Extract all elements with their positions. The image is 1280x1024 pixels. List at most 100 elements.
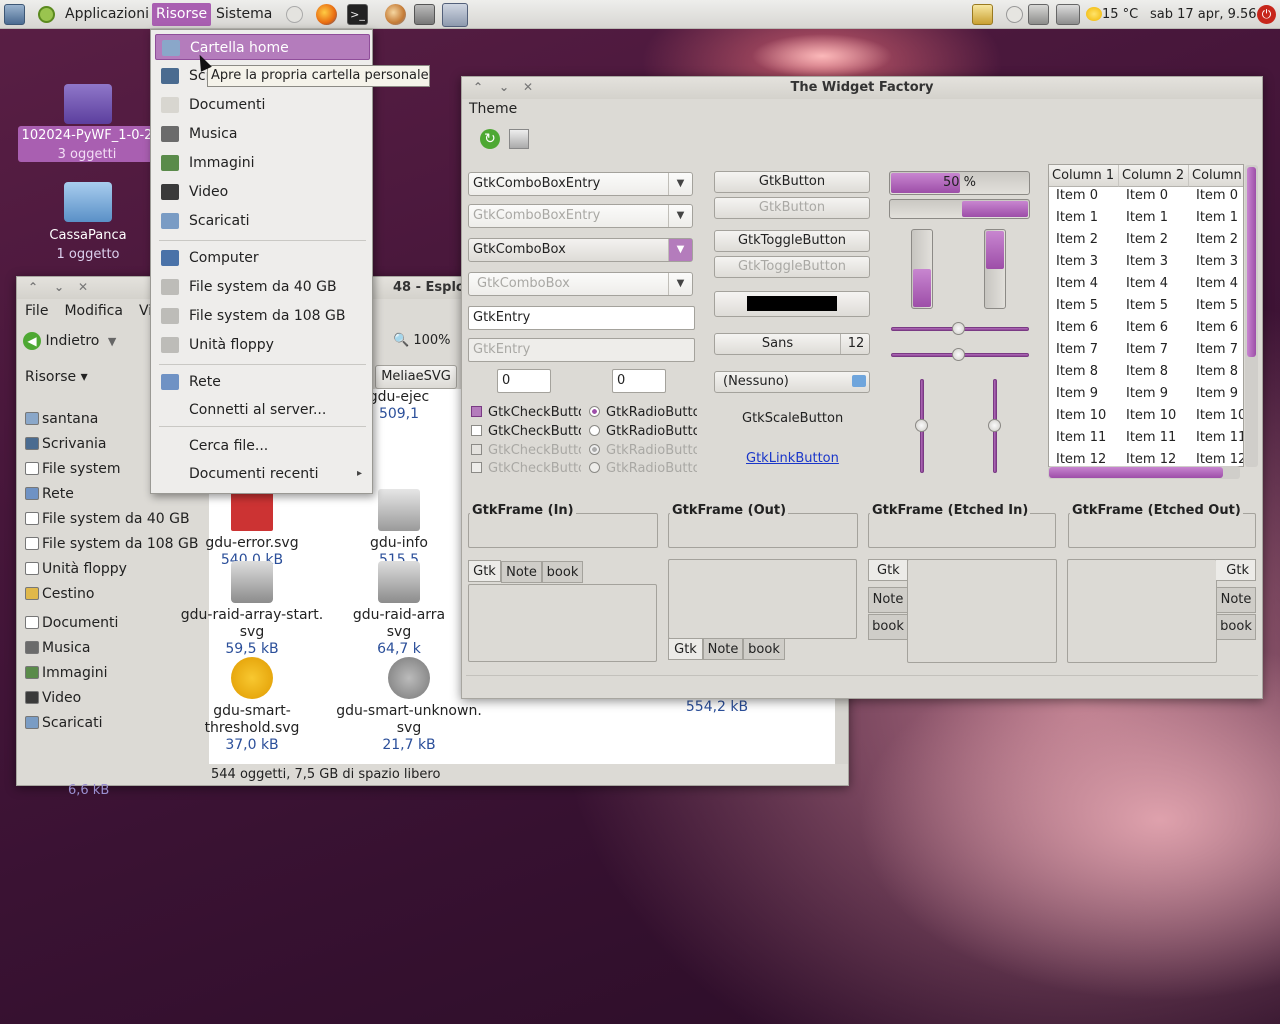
tree-cell[interactable]: Item 11 [1196,427,1243,449]
tree-cell[interactable]: Item 0 [1196,185,1243,207]
tree-cell[interactable]: Item 1 [1196,207,1243,229]
tree-cell[interactable]: Item 2 [1126,229,1188,251]
zoom-control[interactable]: 🔍 100% [393,329,451,353]
window-icon[interactable] [442,3,468,27]
notebook-tab[interactable]: Note [501,561,542,583]
tree-cell[interactable]: Item 11 [1126,427,1188,449]
sidebar-item-file-system-da-40-gb[interactable]: File system da 40 GB [25,508,190,530]
menu-item-cartella-home[interactable]: Cartella home [155,34,370,60]
close-icon[interactable]: ✕ [75,279,91,295]
font-button[interactable]: Sans 12 [714,333,870,355]
file-item[interactable]: gdu-error.svg 540,0 kB [177,489,327,569]
menu-item-scaricati[interactable]: Scaricati [155,208,370,234]
desktop-icon-label[interactable]: CassaPanca 1 oggetto [28,226,148,264]
back-button[interactable]: ◀ Indietro ▼ [23,329,116,353]
tree-cell[interactable]: Item 9 [1056,383,1118,405]
slider-knob[interactable] [952,348,965,361]
notebook-tab[interactable]: Gtk [868,559,908,581]
menu-item-file-system-da-108-gb[interactable]: File system da 108 GB [155,303,370,329]
tree-cell[interactable]: Item 10 [1056,405,1118,427]
tree-view[interactable]: Column 1 Column 2 Column Item 0 Item 0 Item 0… [1048,164,1244,467]
tree-cell[interactable]: Item 7 [1056,339,1118,361]
column-header[interactable]: Column [1189,165,1243,187]
menu-item-documenti-recenti[interactable]: Documenti recenti ▸ [155,461,370,487]
minimize-icon[interactable]: ⌄ [51,279,67,295]
sidebar-item-rete[interactable]: Rete [25,483,74,505]
notebook-tab[interactable]: book [542,561,583,583]
tree-cell[interactable]: Item 3 [1056,251,1118,273]
tree-cell[interactable]: Item 5 [1196,295,1243,317]
ubuntu-logo-icon[interactable] [38,6,55,23]
tree-cell[interactable]: Item 5 [1056,295,1118,317]
sidebar-item-file-system[interactable]: File system [25,458,121,480]
notebook-tab[interactable]: book [1216,614,1256,640]
firefox-icon[interactable] [316,4,337,25]
sidebar-item-santana[interactable]: santana [25,408,98,430]
widget-factory-titlebar[interactable]: ⌃ ⌄ ✕ The Widget Factory [462,77,1262,99]
tree-cell[interactable]: Item 4 [1196,273,1243,295]
combo-box-entry[interactable]: GtkComboBoxEntry ▼ [468,172,693,196]
spin-button[interactable]: 0 [612,369,666,393]
tree-cell[interactable]: Item 2 [1056,229,1118,251]
close-icon[interactable]: ✕ [520,79,536,95]
tree-cell[interactable]: Item 8 [1126,361,1188,383]
sidebar-item-cestino[interactable]: Cestino [25,583,95,605]
tree-cell[interactable]: Item 8 [1056,361,1118,383]
menu-item-musica[interactable]: Musica [155,121,370,147]
tree-cell[interactable]: Item 7 [1196,339,1243,361]
network-icon[interactable] [1028,4,1049,25]
radio-button[interactable]: GtkRadioButto [589,405,697,421]
menu-theme[interactable]: Theme [469,101,517,117]
chevron-down-icon[interactable]: ▼ [668,173,692,195]
tree-cell[interactable]: Item 10 [1126,405,1188,427]
toolbar-icon[interactable] [509,129,529,149]
file-item[interactable]: gdu-raid-arra svg 64,7 k [324,561,474,658]
tree-cell[interactable]: Item 9 [1196,383,1243,405]
combo-box[interactable]: GtkComboBox ▼ [468,238,693,262]
menu-sistema[interactable]: Sistema [212,3,276,26]
weather-temp[interactable]: 15 °C [1098,3,1142,26]
dropdown-arrow-icon[interactable]: ▼ [108,335,116,348]
power-icon[interactable]: ⏻ [1257,5,1276,24]
check-button[interactable]: GtkCheckButto [471,424,581,440]
notebook-tab[interactable]: Gtk [1216,559,1256,581]
notebook-tab[interactable]: Note [868,587,908,613]
clock[interactable]: sab 17 apr, 9.56 [1146,3,1261,26]
menu-item-cerca-file[interactable]: Cerca file... [155,433,370,459]
folder-icon[interactable] [64,84,112,124]
chevron-down-icon[interactable]: ▼ [668,239,692,261]
tree-cell[interactable]: Item 6 [1126,317,1188,339]
menu-applicazioni[interactable]: Applicazioni [61,3,153,26]
browser-icon[interactable] [385,4,406,25]
file-item[interactable]: gdu-smart-threshold.svg 37,0 kB [177,657,327,754]
desktop-icon-label[interactable]: 102024-PyWF_1-0-2 3 oggetti [18,126,156,162]
sidebar-header[interactable]: Risorse ▾ [25,369,88,385]
gtk-button[interactable]: GtkButton [714,171,870,193]
notebook-tab[interactable]: book [743,638,785,660]
spin-button[interactable]: 0 [497,369,551,393]
slider-knob[interactable] [952,322,965,335]
menu-file[interactable]: File [17,299,56,323]
sidebar-item-scaricati[interactable]: Scaricati [25,712,102,734]
check-button[interactable]: GtkCheckButto [471,405,581,421]
slider-knob[interactable] [988,419,1001,432]
menu-item-documenti[interactable]: Documenti [155,92,370,118]
folder-icon[interactable] [64,182,112,222]
tree-cell[interactable]: Item 3 [1126,251,1188,273]
notebook-tab[interactable]: Gtk [468,560,501,582]
minimize-icon[interactable]: ⌄ [496,79,512,95]
tree-cell[interactable]: Item 0 [1056,185,1118,207]
tree-cell[interactable]: Item 1 [1126,207,1188,229]
sidebar-item-scrivania[interactable]: Scrivania [25,433,106,455]
menu-item-computer[interactable]: Computer [155,245,370,271]
tree-cell[interactable]: Item 12 [1196,449,1243,466]
menu-item-file-system-da-40-gb[interactable]: File system da 40 GB [155,274,370,300]
h-scrollbar[interactable] [1048,466,1240,479]
file-item[interactable]: gdu-raid-array-start. svg 59,5 kB [177,561,327,658]
show-desktop-icon[interactable] [4,4,25,25]
sidebar-item-immagini[interactable]: Immagini [25,662,108,684]
trash-icon[interactable] [972,4,993,25]
sidebar-item-musica[interactable]: Musica [25,637,90,659]
color-button[interactable] [714,291,870,317]
pause-icon[interactable] [1006,6,1023,23]
